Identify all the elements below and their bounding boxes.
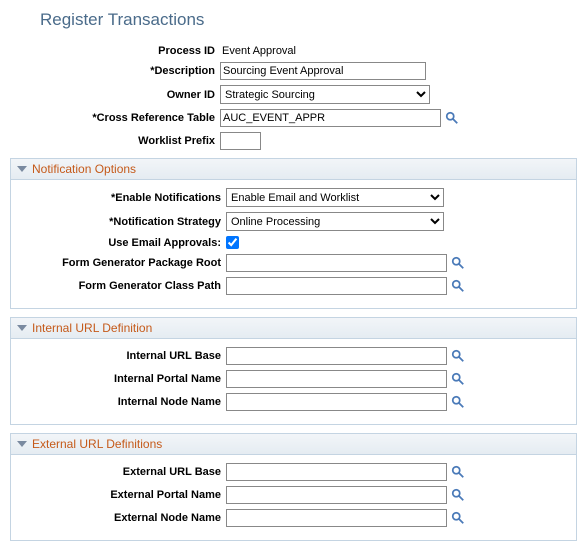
lookup-icon[interactable] [451, 395, 465, 409]
external-node-label: External Node Name [16, 512, 226, 524]
external-url-header-text: External URL Definitions [32, 437, 162, 451]
external-node-input[interactable] [226, 509, 447, 527]
internal-url-base-input[interactable] [226, 347, 447, 365]
collapse-icon [17, 166, 27, 172]
process-id-value: Event Approval [220, 45, 296, 57]
internal-portal-input[interactable] [226, 370, 447, 388]
external-url-base-input[interactable] [226, 463, 447, 481]
internal-node-label: Internal Node Name [16, 396, 226, 408]
notification-header[interactable]: Notification Options [11, 159, 576, 180]
worklist-prefix-label: Worklist Prefix [10, 135, 220, 147]
lookup-icon[interactable] [451, 256, 465, 270]
internal-url-base-label: Internal URL Base [16, 350, 226, 362]
enable-notif-select[interactable]: Enable Email and Worklist [226, 188, 444, 207]
lookup-icon[interactable] [445, 111, 459, 125]
lookup-icon[interactable] [451, 511, 465, 525]
email-approvals-label: Use Email Approvals: [16, 237, 226, 249]
lookup-icon[interactable] [451, 279, 465, 293]
internal-url-header-text: Internal URL Definition [32, 321, 152, 335]
page-title: Register Transactions [40, 10, 577, 30]
xref-label: *Cross Reference Table [10, 112, 220, 124]
lookup-icon[interactable] [451, 465, 465, 479]
lookup-icon[interactable] [451, 349, 465, 363]
internal-url-section: Internal URL Definition Internal URL Bas… [10, 317, 577, 425]
collapse-icon [17, 441, 27, 447]
collapse-icon [17, 325, 27, 331]
email-approvals-checkbox[interactable] [226, 236, 239, 249]
external-portal-label: External Portal Name [16, 489, 226, 501]
notification-section: Notification Options *Enable Notificatio… [10, 158, 577, 309]
external-url-section: External URL Definitions External URL Ba… [10, 433, 577, 541]
internal-url-header[interactable]: Internal URL Definition [11, 318, 576, 339]
class-path-label: Form Generator Class Path [16, 280, 226, 292]
lookup-icon[interactable] [451, 488, 465, 502]
internal-node-input[interactable] [226, 393, 447, 411]
external-url-header[interactable]: External URL Definitions [11, 434, 576, 455]
internal-portal-label: Internal Portal Name [16, 373, 226, 385]
process-id-label: Process ID [10, 45, 220, 57]
owner-id-select[interactable]: Strategic Sourcing [220, 85, 430, 104]
pkg-root-label: Form Generator Package Root [16, 257, 226, 269]
xref-input[interactable] [220, 109, 441, 127]
description-label: *Description [10, 65, 220, 77]
notification-header-text: Notification Options [32, 162, 136, 176]
worklist-prefix-input[interactable] [220, 132, 261, 150]
description-input[interactable] [220, 62, 426, 80]
class-path-input[interactable] [226, 277, 447, 295]
notif-strategy-select[interactable]: Online Processing [226, 212, 444, 231]
external-portal-input[interactable] [226, 486, 447, 504]
owner-id-label: Owner ID [10, 89, 220, 101]
external-url-base-label: External URL Base [16, 466, 226, 478]
notif-strategy-label: *Notification Strategy [16, 216, 226, 228]
lookup-icon[interactable] [451, 372, 465, 386]
enable-notif-label: *Enable Notifications [16, 192, 226, 204]
pkg-root-input[interactable] [226, 254, 447, 272]
